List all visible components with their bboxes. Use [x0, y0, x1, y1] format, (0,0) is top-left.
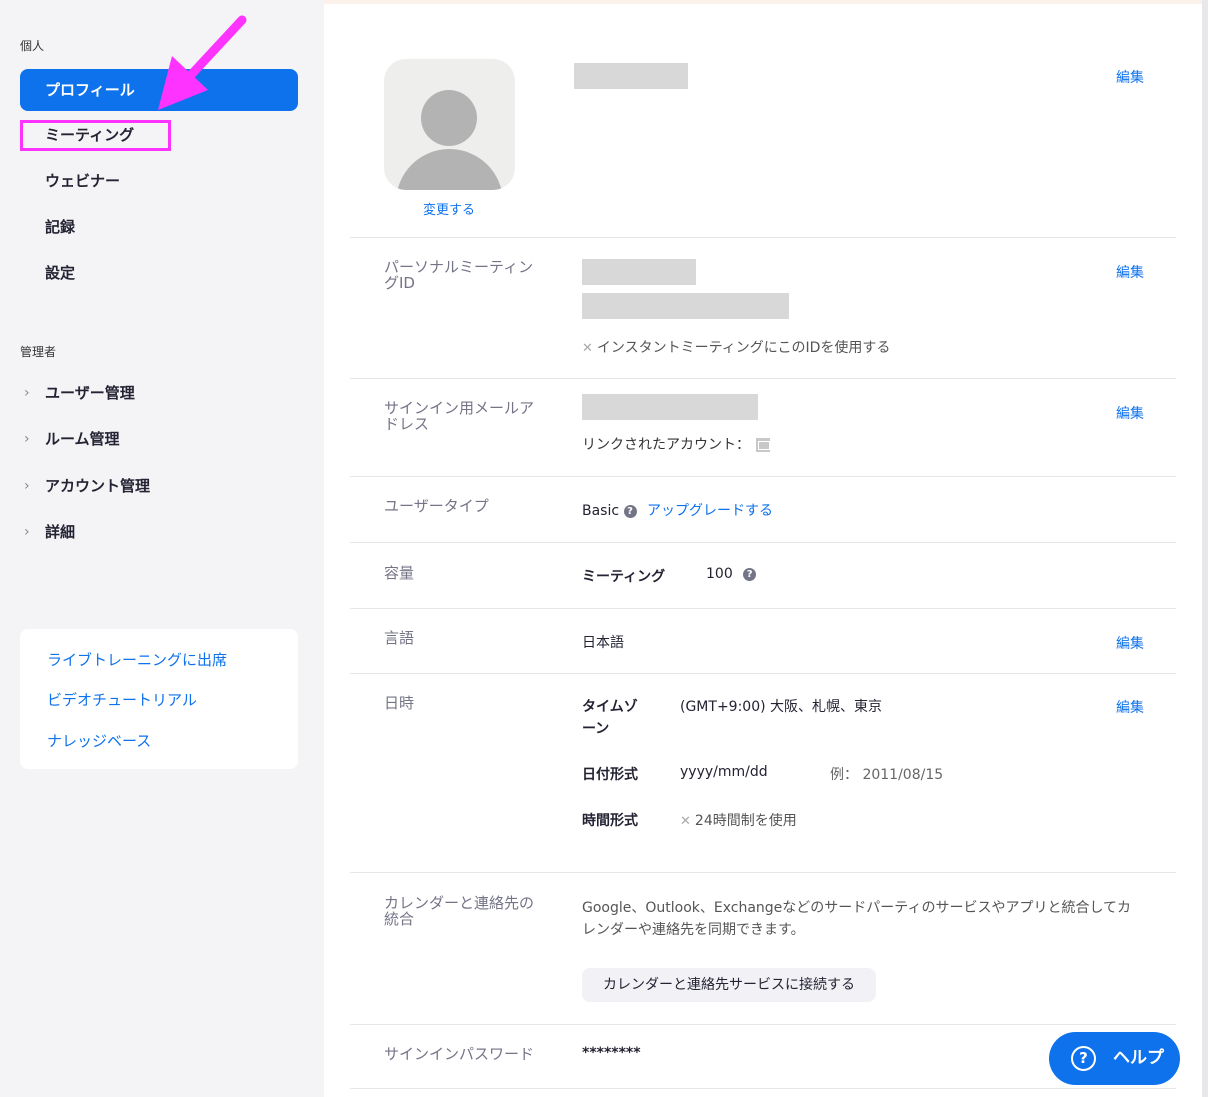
question-icon[interactable]: ? [743, 567, 757, 581]
x-mark-icon: ✕ [582, 341, 593, 356]
chevron-right-icon: › [24, 431, 30, 447]
edit-language-button[interactable]: 編集 [1116, 633, 1144, 653]
x-mark-icon: ✕ [680, 814, 691, 829]
personal-heading: 個人 [20, 39, 45, 53]
time-format-value: 24時間制を使用 [694, 813, 797, 829]
link-live-training[interactable]: ライブトレーニングに出席 [47, 649, 227, 670]
sidebar-item-recordings[interactable]: 記録 [20, 206, 298, 248]
connect-calendar-button[interactable]: カレンダーと連絡先サービスに接続する [582, 968, 876, 1002]
linked-accounts: リンクされたアカウント： [582, 434, 770, 454]
time-format-label: 時間形式 [582, 813, 638, 829]
password-label: サインインパスワード [384, 1045, 535, 1063]
top-accent-line [324, 0, 1208, 4]
redacted-pmi [582, 259, 696, 285]
help-button-label: ヘルプ [1113, 1048, 1164, 1068]
sidebar-item-room-management[interactable]: › ルーム管理 [20, 418, 298, 460]
user-type-value: Basic ? アップグレードする [582, 500, 773, 520]
sidebar-item-advanced[interactable]: › 詳細 [20, 511, 298, 553]
time-format-option: ✕ 24時間制を使用 [680, 810, 797, 830]
timezone-value: (GMT+9:00) 大阪、札幌、東京 [680, 699, 883, 715]
sidebar-item-account-management[interactable]: › アカウント管理 [20, 465, 298, 507]
divider [350, 673, 1176, 674]
calendar-description: Google、Outlook、Exchangeなどのサードパーティのサービスやア… [582, 900, 1132, 938]
date-format-label: 日付形式 [582, 767, 638, 783]
language-value: 日本語 [582, 635, 624, 651]
edit-email-button[interactable]: 編集 [1116, 403, 1144, 423]
email-label: サインイン用メールアドレス [384, 399, 535, 433]
divider [350, 378, 1176, 379]
date-format-example: 例： 2011/08/15 [830, 767, 944, 783]
language-label: 言語 [384, 629, 415, 647]
chevron-right-icon: › [24, 385, 30, 401]
chevron-right-icon: › [24, 524, 30, 540]
avatar-head-icon [421, 90, 477, 146]
annotation-arrow-icon [158, 15, 247, 110]
edit-pmi-button[interactable]: 編集 [1116, 262, 1144, 282]
timezone-label: タイムゾーン [582, 699, 638, 737]
capacity-label: 容量 [384, 564, 415, 582]
datetime-label: 日時 [384, 694, 415, 712]
admin-heading: 管理者 [20, 345, 57, 359]
divider [350, 608, 1176, 609]
edit-datetime-button[interactable]: 編集 [1116, 697, 1144, 717]
redacted-email [582, 394, 758, 420]
divider [350, 1024, 1176, 1025]
pmi-label: パーソナルミーティングID [384, 258, 534, 292]
capacity-item: ミーティング [582, 569, 666, 585]
scrollbar[interactable] [1202, 0, 1208, 1097]
help-resources-card: ライブトレーニングに出席 ビデオチュートリアル ナレッジベース [20, 629, 298, 769]
divider [350, 1088, 1176, 1089]
password-value: ******** [582, 1045, 641, 1061]
link-video-tutorials[interactable]: ビデオチュートリアル [47, 689, 197, 710]
chevron-right-icon: › [24, 478, 30, 494]
instant-meeting-option: ✕ インスタントミーティングにこのIDを使用する [582, 337, 890, 357]
sidebar-item-webinars[interactable]: ウェビナー [20, 160, 298, 202]
date-format-value: yyyy/mm/dd [680, 764, 768, 780]
edit-name-button[interactable]: 編集 [1116, 67, 1144, 87]
user-type-text: Basic [582, 503, 620, 519]
avatar-body-icon [396, 149, 503, 190]
divider [350, 476, 1176, 477]
sidebar-item-label: アカウント管理 [45, 477, 151, 495]
redacted-pmi-url [582, 293, 789, 319]
avatar[interactable] [384, 59, 515, 190]
sidebar-item-user-management[interactable]: › ユーザー管理 [20, 372, 298, 414]
mail-icon [756, 438, 770, 452]
sidebar-item-label: ユーザー管理 [45, 384, 135, 402]
change-photo-link[interactable]: 変更する [423, 199, 475, 218]
capacity-value: 100 [706, 566, 733, 582]
divider [350, 872, 1176, 873]
instant-meeting-option-label: インスタントミーティングにこのIDを使用する [596, 340, 891, 356]
user-type-label: ユーザータイプ [384, 497, 489, 515]
sidebar: 個人 プロフィール ミーティング ウェビナー 記録 設定 管理者 › ユーザー管… [0, 0, 324, 1097]
calendar-label: カレンダーと連絡先の統合 [384, 894, 535, 928]
sidebar-item-label: ルーム管理 [45, 430, 120, 448]
question-circle-icon: ? [1071, 1046, 1096, 1071]
divider [350, 542, 1176, 543]
linked-accounts-label: リンクされたアカウント： [582, 437, 750, 453]
annotation-highlight-box [20, 120, 171, 151]
upgrade-link[interactable]: アップグレードする [647, 503, 773, 519]
sidebar-item-label: 詳細 [45, 523, 76, 541]
divider [350, 237, 1176, 238]
sidebar-item-settings[interactable]: 設定 [20, 252, 298, 294]
question-icon[interactable]: ? [623, 504, 637, 518]
capacity-value-wrap: 100 ? [706, 566, 757, 582]
redacted-name [574, 63, 688, 89]
link-knowledge-base[interactable]: ナレッジベース [47, 730, 151, 751]
help-button[interactable]: ? ヘルプ [1049, 1032, 1180, 1085]
